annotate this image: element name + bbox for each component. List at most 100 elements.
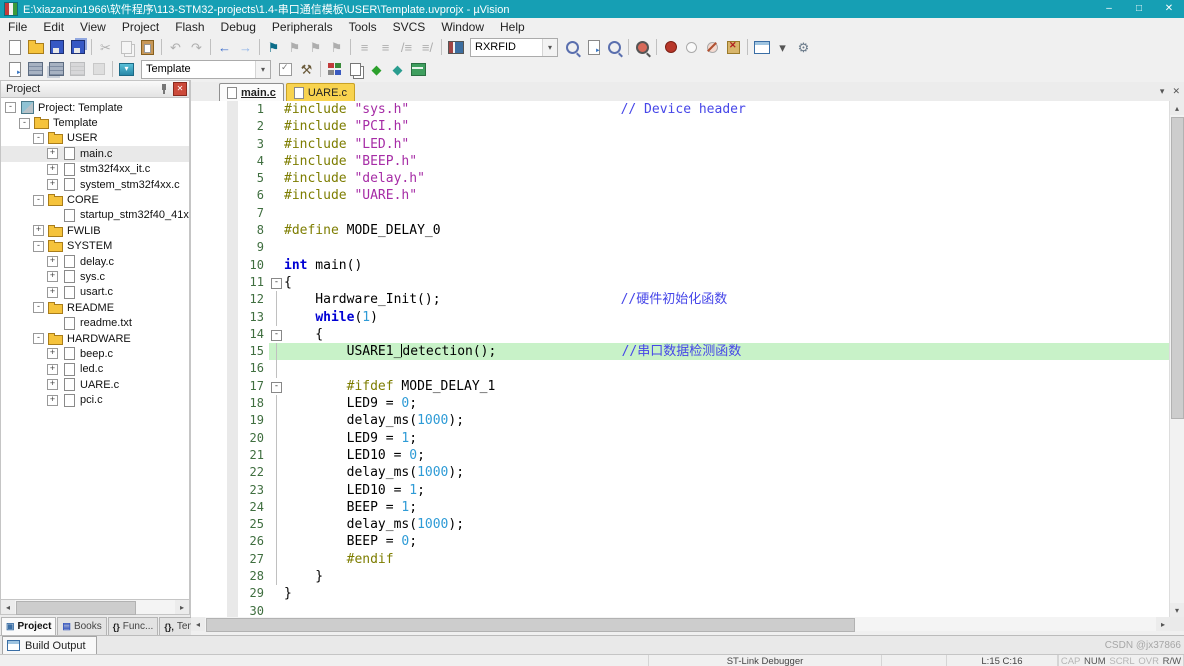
edit-target-flag-button[interactable] [275,60,296,79]
breakpoint-margin[interactable] [227,274,238,291]
translate-file-button[interactable] [4,60,25,79]
download-to-flash-button[interactable] [116,60,137,79]
expand-icon[interactable]: + [47,379,58,390]
menu-project[interactable]: Project [114,19,167,35]
expand-icon[interactable]: + [47,256,58,267]
fold-margin[interactable]: - [269,274,284,291]
enable-breakpoint-button[interactable] [681,38,702,57]
new-file-button[interactable] [4,38,25,57]
expand-icon[interactable]: - [33,195,44,206]
fold-margin[interactable] [269,309,284,326]
tree-item-led-c[interactable]: +led.c [1,362,189,377]
menu-help[interactable]: Help [492,19,533,35]
fold-margin[interactable] [269,222,284,239]
menu-peripherals[interactable]: Peripherals [264,19,341,35]
fold-margin[interactable] [269,585,284,602]
fold-margin[interactable] [269,239,284,256]
tree-item-stm32f4xx-it-c[interactable]: +stm32f4xx_it.c [1,162,189,177]
bookmark-toggle-button[interactable]: ⚑ [263,38,284,57]
insert-breakpoint-button[interactable] [660,38,681,57]
expand-icon[interactable]: - [33,333,44,344]
fold-margin[interactable] [269,551,284,568]
manage-runtime-environment-button[interactable] [324,60,345,79]
editor-hscrollbar[interactable]: ◂ ▸ [191,617,1170,631]
tree-item-system[interactable]: -SYSTEM [1,239,189,254]
unindent-button[interactable]: ≡ [354,38,375,57]
comment-selection-button[interactable]: /≡ [396,38,417,57]
breakpoint-margin[interactable] [227,153,238,170]
breakpoint-margin[interactable] [227,533,238,550]
breakpoint-margin[interactable] [227,326,238,343]
fold-margin[interactable] [269,430,284,447]
tree-item-system-stm32f4xx-c[interactable]: +system_stm32f4xx.c [1,177,189,192]
breakpoint-margin[interactable] [227,309,238,326]
expand-icon[interactable]: + [47,179,58,190]
fold-margin[interactable] [269,170,284,187]
tree-item-hardware[interactable]: -HARDWARE [1,331,189,346]
tab-close-icon[interactable]: ✕ [1172,86,1180,97]
breakpoint-margin[interactable] [227,482,238,499]
fold-margin[interactable] [269,499,284,516]
save-all-button[interactable] [67,38,88,57]
fold-collapse-icon[interactable]: - [271,330,282,341]
indent-button[interactable]: ≡ [375,38,396,57]
insert-diamond-green-button[interactable]: ◆ [366,60,387,79]
menu-view[interactable]: View [72,19,114,35]
breakpoint-margin[interactable] [227,170,238,187]
breakpoint-margin[interactable] [227,222,238,239]
paste-button[interactable] [137,38,158,57]
redo-button[interactable]: ↷ [186,38,207,57]
menu-window[interactable]: Window [433,19,492,35]
target-options-button[interactable]: ⚒ [296,60,317,79]
tree-item-project-template[interactable]: -Project: Template [1,100,189,115]
find-in-files-button[interactable] [445,38,466,57]
navigate-back-button[interactable]: ← [214,38,235,57]
fold-margin[interactable] [269,568,284,585]
scroll-right-icon[interactable]: ▸ [1156,617,1170,631]
manage-project-items-button[interactable] [345,60,366,79]
incremental-find-button[interactable] [604,38,625,57]
breakpoint-margin[interactable] [227,205,238,222]
fold-margin[interactable] [269,205,284,222]
expand-icon[interactable]: + [47,164,58,175]
breakpoint-margin[interactable] [227,412,238,429]
fold-margin[interactable] [269,153,284,170]
bookmark-clear-all-button[interactable]: ⚑ [326,38,347,57]
panel-tab-books[interactable]: ▤Books [57,617,106,635]
tree-item-main-c[interactable]: +main.c [1,146,189,161]
panel-tab-project[interactable]: ▣Project [1,617,56,635]
open-file-button[interactable] [25,38,46,57]
minimize-button[interactable]: – [1094,0,1124,18]
fold-margin[interactable] [269,118,284,135]
scroll-up-icon[interactable]: ▴ [1170,101,1184,115]
tree-item-uare-c[interactable]: +UARE.c [1,377,189,392]
expand-icon[interactable]: - [19,118,30,129]
breakpoint-margin[interactable] [227,499,238,516]
editor-vscrollbar[interactable]: ▴ ▾ [1169,101,1184,617]
tab-list-dropdown-icon[interactable]: ▾ [1160,86,1165,97]
fold-margin[interactable] [269,343,284,360]
breakpoint-margin[interactable] [227,360,238,377]
menu-svcs[interactable]: SVCS [385,19,434,35]
expand-icon[interactable]: - [33,133,44,144]
uncomment-selection-button[interactable]: ≡/ [417,38,438,57]
fold-margin[interactable] [269,187,284,204]
breakpoint-margin[interactable] [227,447,238,464]
tree-item-pci-c[interactable]: +pci.c [1,392,189,407]
expand-icon[interactable]: - [33,241,44,252]
scroll-left-icon[interactable]: ◂ [1,600,15,614]
breakpoint-margin[interactable] [227,551,238,568]
fold-collapse-icon[interactable]: - [271,278,282,289]
tab-build-output[interactable]: Build Output [2,636,97,655]
breakpoint-margin[interactable] [227,568,238,585]
fold-margin[interactable] [269,464,284,481]
scroll-down-icon[interactable]: ▾ [1170,603,1184,617]
fold-margin[interactable] [269,360,284,377]
tree-item-sys-c[interactable]: +sys.c [1,269,189,284]
fold-margin[interactable] [269,447,284,464]
disable-breakpoints-button[interactable] [702,38,723,57]
fold-margin[interactable]: - [269,326,284,343]
fold-collapse-icon[interactable]: - [271,382,282,393]
fold-margin[interactable] [269,101,284,118]
batch-build-button[interactable] [67,60,88,79]
